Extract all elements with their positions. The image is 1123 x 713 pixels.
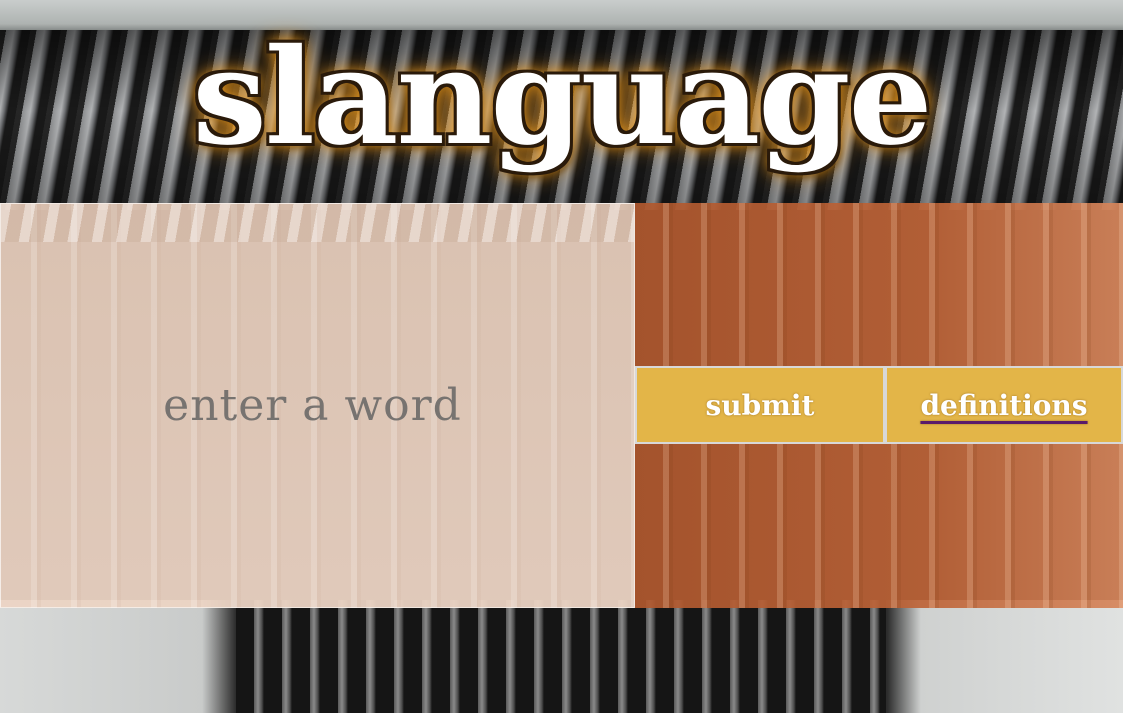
submit-button-label: submit: [705, 388, 815, 422]
definitions-link-button[interactable]: definitions: [885, 366, 1123, 444]
definitions-link-label: definitions: [920, 388, 1088, 422]
site-logo-title: slanguage: [192, 20, 932, 175]
action-panel: submit definitions: [635, 203, 1123, 608]
word-input-placeholder: enter a word: [163, 380, 462, 431]
submit-button[interactable]: submit: [635, 366, 885, 444]
background-bottom-typebars: [236, 600, 886, 713]
word-input-field[interactable]: enter a word: [0, 203, 635, 608]
word-search-form: enter a word submit definitions: [0, 203, 1123, 608]
